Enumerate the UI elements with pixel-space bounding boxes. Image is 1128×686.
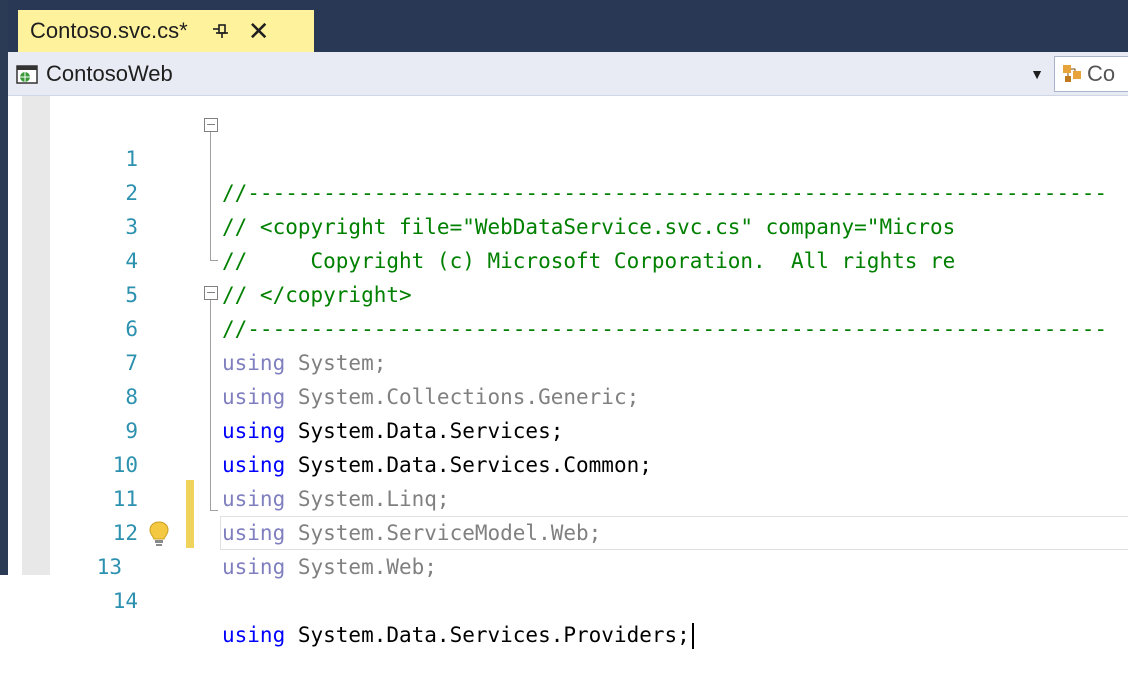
code-text: using System.Data.Services.Providers; bbox=[222, 618, 694, 652]
chevron-down-icon[interactable]: ▼ bbox=[1030, 66, 1044, 82]
project-dropdown[interactable]: ContosoWeb ▼ bbox=[16, 58, 1050, 90]
type-name: Co bbox=[1087, 61, 1116, 86]
code-line: 14 bbox=[8, 550, 1128, 613]
line-number: 14 bbox=[112, 589, 138, 613]
code-line: 10 using System.Linq; bbox=[8, 414, 1128, 511]
code-line: 2 // <copyright file="WebDataService.svc… bbox=[8, 142, 1128, 239]
tab-title: Contoso.svc.cs* bbox=[30, 18, 188, 43]
code-line: 11 using System.ServiceModel.Web; bbox=[8, 448, 1128, 545]
code-line: 13 using System.Data.Services.Providers; bbox=[8, 516, 1128, 649]
code-editor[interactable]: 1 //------------------------------------… bbox=[8, 96, 1128, 649]
code-line: 7 using System.Collections.Generic; bbox=[8, 312, 1128, 409]
code-line: 12 using System.Web; bbox=[8, 482, 1128, 579]
visual-studio-editor-window: Contoso.svc.cs* ✕ ContosoWeb ▼ Co 1 //--… bbox=[0, 0, 1128, 649]
document-tab[interactable]: Contoso.svc.cs* ✕ bbox=[18, 10, 314, 52]
code-line: 6 using System; bbox=[8, 278, 1128, 375]
namespace: System.Data.Services.Providers; bbox=[285, 623, 690, 647]
text-caret bbox=[691, 623, 694, 649]
keyword: using bbox=[222, 623, 286, 647]
project-name: ContosoWeb bbox=[46, 61, 173, 86]
code-line: 9 using System.Data.Services.Common; bbox=[8, 380, 1128, 477]
window-border bbox=[0, 0, 8, 575]
code-line: 1 //------------------------------------… bbox=[8, 108, 1128, 205]
type-dropdown[interactable]: Co bbox=[1054, 56, 1128, 92]
code-line: 8 using System.Data.Services; bbox=[8, 346, 1128, 443]
code-line: 3 // Copyright (c) Microsoft Corporation… bbox=[8, 176, 1128, 273]
document-tab-strip: Contoso.svc.cs* ✕ bbox=[8, 0, 1128, 52]
code-line: 4 // </copyright> bbox=[8, 210, 1128, 307]
web-project-icon bbox=[16, 65, 38, 84]
lightbulb-icon[interactable] bbox=[148, 520, 170, 548]
close-icon[interactable]: ✕ bbox=[248, 18, 270, 44]
navigation-bar: ContosoWeb ▼ Co bbox=[8, 52, 1128, 96]
class-icon bbox=[1063, 65, 1081, 82]
code-line: 5 //------------------------------------… bbox=[8, 244, 1128, 341]
pin-icon[interactable] bbox=[212, 22, 230, 40]
